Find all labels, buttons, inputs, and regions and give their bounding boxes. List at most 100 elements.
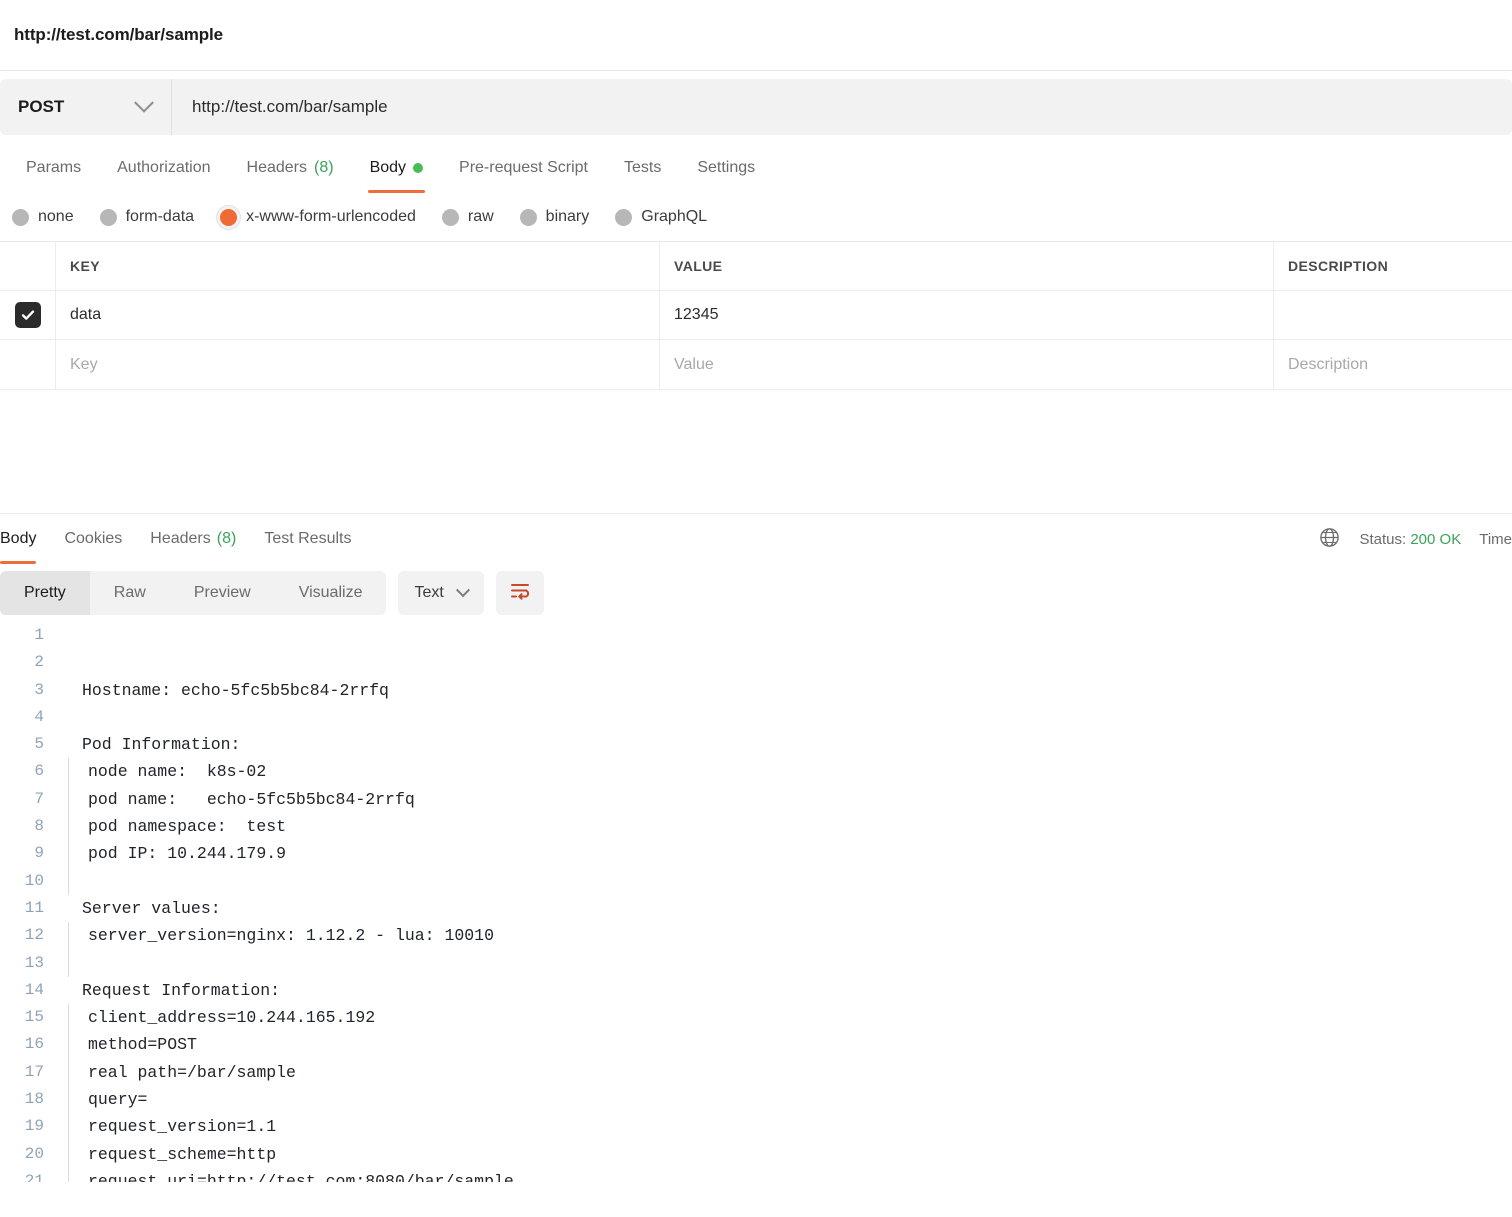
code-text: Hostname: echo-5fc5b5bc84-2rrfq [82, 680, 389, 700]
line-number: 3 [34, 680, 44, 699]
code-text: request_scheme=http [88, 1144, 277, 1164]
response-meta: Status: 200 OK Time [1318, 526, 1512, 553]
fold-gutter [56, 895, 82, 922]
status-badge[interactable]: Status: 200 OK [1359, 531, 1461, 548]
body-type-none[interactable]: none [12, 208, 74, 226]
response-tab-body-label: Body [0, 530, 37, 547]
viewer-mode-raw[interactable]: Raw [90, 571, 170, 615]
fold-gutter [68, 867, 82, 895]
empty-row-key-input[interactable]: Key [56, 340, 660, 389]
code-line: 18 query= [0, 1086, 1512, 1114]
code-text: pod namespace: test [88, 817, 287, 837]
code-line: 1 [0, 622, 1512, 649]
url-input[interactable]: http://test.com/bar/sample [172, 79, 1512, 135]
wrap-lines-icon [509, 581, 531, 606]
body-type-graphql[interactable]: GraphQL [615, 208, 707, 226]
fold-gutter [56, 622, 82, 649]
response-tab-test-results[interactable]: Test Results [250, 514, 365, 564]
code-line: 19 request_version=1.1 [0, 1113, 1512, 1141]
line-number: 11 [24, 898, 44, 917]
page-title: http://test.com/bar/sample [14, 25, 223, 44]
line-number: 5 [34, 735, 44, 754]
code-line: 21 request_uri=http://test.com:8080/bar/s… [0, 1167, 1512, 1182]
fold-gutter [68, 1140, 82, 1168]
body-type-form-data-label: form-data [125, 208, 195, 225]
response-tab-body[interactable]: Body [0, 514, 50, 564]
radio-icon [519, 208, 537, 226]
line-number: 17 [24, 1062, 44, 1081]
tab-params[interactable]: Params [8, 143, 99, 193]
code-text: method=POST [88, 1035, 197, 1055]
code-line: 3 Hostname: echo-5fc5b5bc84-2rrfq [0, 677, 1512, 704]
time-label[interactable]: Time [1479, 531, 1512, 548]
viewer-mode-pretty[interactable]: Pretty [0, 571, 90, 615]
line-number: 9 [34, 844, 44, 863]
viewer-mode-visualize[interactable]: Visualize [275, 571, 387, 615]
viewer-mode-preview[interactable]: Preview [170, 571, 275, 615]
body-type-graphql-label: GraphQL [641, 208, 708, 225]
body-type-raw-label: raw [467, 208, 494, 225]
code-line: 17 real path=/bar/sample [0, 1058, 1512, 1087]
fold-gutter [56, 977, 82, 1004]
fold-gutter [68, 922, 82, 950]
line-number: 15 [24, 1008, 44, 1027]
tab-settings[interactable]: Settings [679, 143, 773, 193]
response-tab-headers[interactable]: Headers (8) [136, 514, 250, 564]
empty-row-description-input[interactable]: Description [1274, 340, 1512, 389]
request-title-bar: http://test.com/bar/sample [0, 0, 1512, 71]
code-line: 20 request_scheme=http [0, 1140, 1512, 1168]
body-type-urlencoded[interactable]: x-www-form-urlencoded [220, 208, 416, 226]
code-line: 8 pod namespace: test [0, 813, 1512, 841]
response-tabs-row: Body Cookies Headers (8) Test Results St… [0, 514, 1512, 564]
column-header-value: VALUE [660, 242, 1274, 290]
code-text: node name: k8s-02 [88, 762, 267, 782]
http-method-select[interactable]: POST [0, 79, 172, 135]
row-key-input[interactable]: data [56, 291, 660, 339]
line-number: 7 [34, 789, 44, 808]
column-header-description: DESCRIPTION [1288, 258, 1389, 274]
fold-gutter [68, 758, 82, 786]
tab-pre-request-script-label: Pre-request Script [459, 159, 588, 176]
table-header-checkbox-cell [0, 242, 56, 290]
tab-tests[interactable]: Tests [606, 143, 679, 193]
code-line: 7 pod name: echo-5fc5b5bc84-2rrfq [0, 785, 1512, 814]
code-line: 15 client_address=10.244.165.192 [0, 1004, 1512, 1032]
chevron-down-icon [455, 583, 470, 598]
tab-headers[interactable]: Headers (8) [229, 143, 352, 193]
row-enable-checkbox[interactable] [14, 302, 41, 328]
radio-icon [615, 208, 633, 226]
tab-authorization-label: Authorization [117, 159, 211, 176]
response-body-viewer[interactable]: 1 2 3 Hostname: echo-5fc5b5bc84-2rrfq 4 5… [0, 622, 1512, 1182]
wrap-lines-button[interactable] [495, 571, 544, 615]
radio-selected-icon [220, 208, 238, 226]
fold-gutter [56, 731, 82, 758]
body-type-form-data[interactable]: form-data [99, 208, 195, 226]
line-number: 6 [34, 762, 44, 781]
empty-row-value-input[interactable]: Value [660, 340, 1274, 389]
tab-body-label: Body [369, 159, 407, 176]
http-method-label: POST [18, 97, 65, 116]
fold-gutter [68, 840, 82, 868]
viewer-mode-segmented-control: Pretty Raw Preview Visualize [0, 571, 387, 615]
row-value-input[interactable]: 12345 [660, 291, 1274, 339]
url-row: POST http://test.com/bar/sample [0, 71, 1512, 143]
fold-gutter [56, 649, 82, 676]
tab-authorization[interactable]: Authorization [99, 143, 228, 193]
request-body-empty-space [0, 390, 1512, 514]
line-number: 2 [34, 653, 44, 672]
line-number: 13 [24, 953, 44, 972]
response-format-select[interactable]: Text [398, 571, 484, 615]
response-tab-cookies[interactable]: Cookies [50, 514, 136, 564]
code-line: 2 [0, 649, 1512, 676]
globe-icon[interactable] [1318, 526, 1341, 553]
tab-body[interactable]: Body [352, 143, 441, 193]
fold-gutter [68, 1004, 82, 1032]
code-line: 6 node name: k8s-02 [0, 758, 1512, 786]
code-line: 10 [0, 867, 1512, 895]
body-type-binary[interactable]: binary [519, 208, 589, 226]
row-description-input[interactable] [1274, 291, 1512, 339]
response-format-label: Text [414, 584, 444, 601]
code-text: Server values: [82, 898, 221, 918]
body-type-raw[interactable]: raw [441, 208, 494, 226]
tab-pre-request-script[interactable]: Pre-request Script [441, 143, 606, 193]
